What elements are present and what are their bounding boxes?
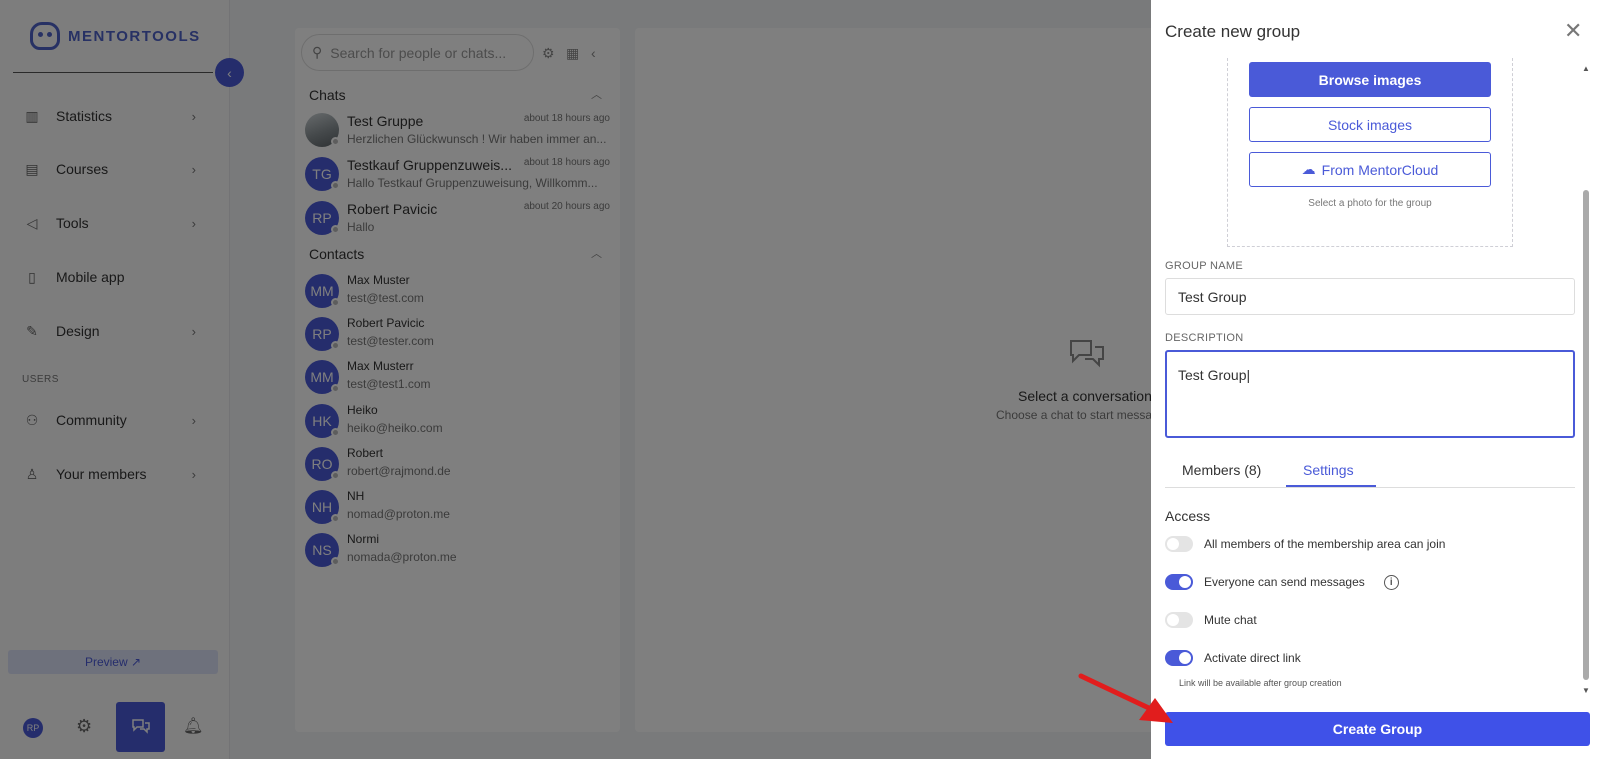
from-mentorcloud-button[interactable]: ☁ From MentorCloud: [1249, 152, 1491, 187]
description-label: DESCRIPTION: [1165, 332, 1244, 344]
scrollbar-thumb[interactable]: [1583, 190, 1589, 680]
toggle-label: All members of the membership area can j…: [1204, 537, 1446, 551]
scroll-down-icon[interactable]: ▼: [1582, 686, 1590, 695]
toggle-row-everyone-send: Everyone can send messages i: [1165, 572, 1399, 592]
annotation-arrow-icon: [1078, 673, 1173, 723]
upload-hint: Select a photo for the group: [1308, 198, 1432, 209]
membership-join-toggle[interactable]: [1165, 536, 1193, 552]
access-heading: Access: [1165, 508, 1211, 524]
group-name-input[interactable]: Test Group: [1165, 278, 1575, 315]
toggle-row-membership-join: All members of the membership area can j…: [1165, 534, 1445, 554]
drawer-title: Create new group: [1165, 22, 1301, 41]
toggle-row-direct-link: Activate direct link: [1165, 648, 1301, 668]
scroll-up-icon[interactable]: ▲: [1582, 64, 1590, 73]
mute-chat-toggle[interactable]: [1165, 612, 1193, 628]
tab-members[interactable]: Members (8): [1182, 462, 1261, 478]
drawer-scrollbar[interactable]: ▲ ▼: [1581, 64, 1591, 695]
active-tab-indicator: [1286, 485, 1376, 487]
group-name-label: GROUP NAME: [1165, 260, 1243, 272]
toggle-label: Everyone can send messages: [1204, 575, 1365, 589]
description-textarea[interactable]: Test Group|: [1165, 350, 1575, 438]
from-mentorcloud-label: From MentorCloud: [1321, 161, 1439, 178]
toggle-label: Activate direct link: [1204, 651, 1301, 665]
tab-settings[interactable]: Settings: [1303, 462, 1354, 478]
direct-link-toggle[interactable]: [1165, 650, 1193, 666]
create-group-button[interactable]: Create Group: [1165, 712, 1590, 746]
browse-images-button[interactable]: Browse images: [1249, 62, 1491, 97]
toggle-row-mute-chat: Mute chat: [1165, 610, 1257, 630]
toggle-label: Mute chat: [1204, 613, 1257, 627]
description-text: Test Group: [1178, 367, 1247, 383]
stock-images-button[interactable]: Stock images: [1249, 107, 1491, 142]
create-group-drawer: Create new group ✕ Browse images Stock i…: [1151, 0, 1600, 759]
drawer-tabs: Members (8) Settings: [1165, 456, 1575, 488]
everyone-send-toggle[interactable]: [1165, 574, 1193, 590]
cloud-icon: ☁: [1301, 161, 1316, 177]
direct-link-hint: Link will be available after group creat…: [1179, 678, 1342, 688]
info-icon[interactable]: i: [1383, 574, 1399, 590]
close-icon[interactable]: ✕: [1564, 20, 1582, 42]
